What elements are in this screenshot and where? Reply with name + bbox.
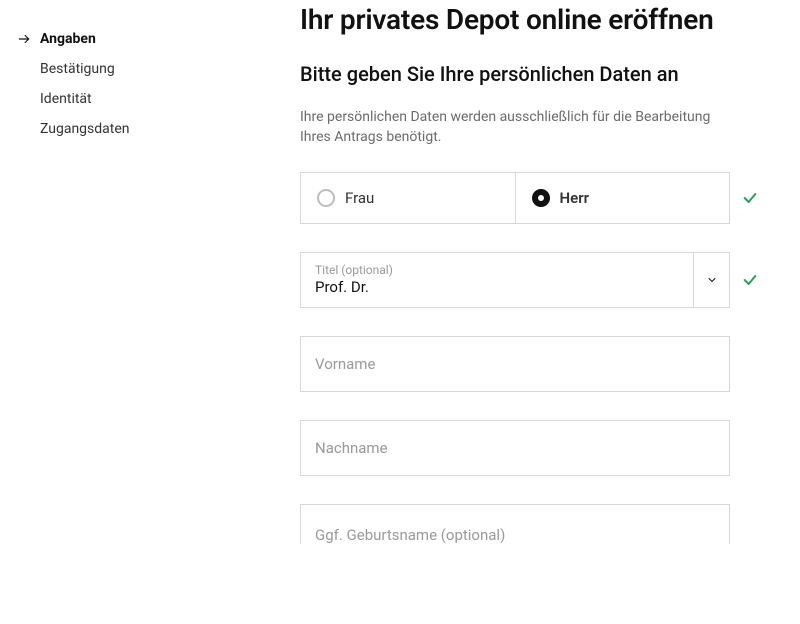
- sidebar-item-angaben[interactable]: Angaben: [16, 24, 180, 54]
- radio-checked-icon: [532, 189, 550, 207]
- sidebar-item-label: Zugangsdaten: [40, 121, 130, 137]
- birthname-placeholder: Ggf. Geburtsname (optional): [315, 526, 505, 544]
- sidebar-item-label: Angaben: [40, 31, 96, 47]
- page-subtitle: Bitte geben Sie Ihre persönlichen Daten …: [300, 62, 760, 86]
- progress-sidebar: Angaben Bestätigung Identität Zugangsdat…: [0, 0, 180, 544]
- radio-label: Herr: [560, 189, 590, 207]
- firstname-placeholder: Vorname: [315, 355, 375, 373]
- radio-unchecked-icon: [317, 189, 335, 207]
- title-select[interactable]: Titel (optional) Prof. Dr.: [300, 252, 730, 308]
- arrow-right-icon: [16, 32, 32, 46]
- hint-text: Ihre persönlichen Daten werden ausschlie…: [300, 108, 720, 147]
- page-title: Ihr privates Depot online eröffnen: [300, 2, 760, 38]
- sidebar-item-zugangsdaten[interactable]: Zugangsdaten: [16, 114, 180, 144]
- salutation-radio-group: Frau Herr: [300, 172, 730, 224]
- valid-check-icon: [742, 190, 758, 206]
- valid-check-icon: [742, 272, 758, 288]
- sidebar-item-bestaetigung[interactable]: Bestätigung: [16, 54, 180, 84]
- salutation-option-frau[interactable]: Frau: [301, 173, 515, 223]
- sidebar-item-identitaet[interactable]: Identität: [16, 84, 180, 114]
- chevron-down-icon[interactable]: [693, 253, 729, 307]
- personal-data-form: Frau Herr Titel (optional) Prof. Dr.: [300, 172, 760, 544]
- sidebar-item-label: Bestätigung: [40, 61, 115, 77]
- lastname-placeholder: Nachname: [315, 439, 388, 457]
- title-select-value: Prof. Dr.: [315, 278, 679, 296]
- lastname-field[interactable]: Nachname: [300, 420, 730, 476]
- radio-label: Frau: [345, 189, 374, 207]
- salutation-option-herr[interactable]: Herr: [515, 173, 730, 223]
- main-content: Ihr privates Depot online eröffnen Bitte…: [180, 0, 800, 544]
- birthname-field[interactable]: Ggf. Geburtsname (optional): [300, 504, 730, 544]
- sidebar-item-label: Identität: [40, 91, 92, 107]
- title-select-label: Titel (optional): [315, 264, 679, 276]
- firstname-field[interactable]: Vorname: [300, 336, 730, 392]
